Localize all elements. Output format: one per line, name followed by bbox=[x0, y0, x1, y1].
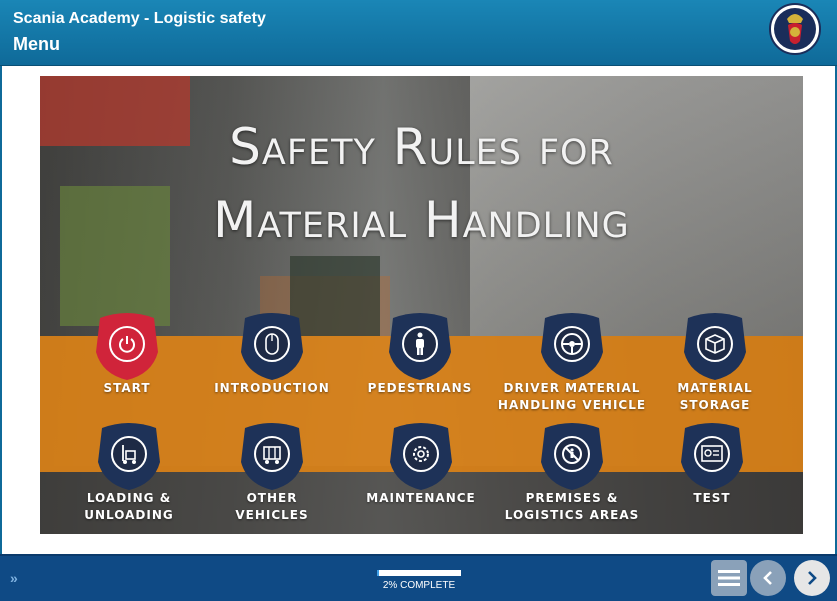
power-icon bbox=[109, 326, 145, 362]
menu-item-maintenance[interactable]: MAINTENANCE bbox=[346, 418, 496, 507]
menu-item-label: LOADING & UNLOADING bbox=[84, 491, 174, 522]
menu-stage: Safety Rules for Material Handling START… bbox=[40, 76, 803, 534]
mouse-icon bbox=[254, 326, 290, 362]
progress-fill bbox=[377, 570, 379, 576]
page-title: Menu bbox=[13, 34, 60, 54]
hand-truck-icon bbox=[111, 436, 147, 472]
menu-item-premises-logistics-areas[interactable]: PREMISES & LOGISTICS AREAS bbox=[497, 418, 647, 524]
menu-item-other-vehicles[interactable]: OTHER VEHICLES bbox=[197, 418, 347, 524]
no-entry-icon bbox=[554, 436, 590, 472]
menu-item-material-storage[interactable]: MATERIAL STORAGE bbox=[640, 308, 790, 414]
menu-item-pedestrians[interactable]: PEDESTRIANS bbox=[345, 308, 495, 397]
menu-item-start[interactable]: START bbox=[52, 308, 202, 397]
header-bar: Scania Academy - Logistic safety Menu bbox=[0, 0, 837, 66]
menu-list-button[interactable] bbox=[711, 560, 747, 596]
chevron-left-icon bbox=[763, 571, 772, 585]
menu-item-driver-material-handling-vehicle[interactable]: DRIVER MATERIAL HANDLING VEHICLE bbox=[497, 308, 647, 414]
chevron-right-icon bbox=[808, 571, 817, 585]
menu-item-label: MATERIAL STORAGE bbox=[677, 381, 753, 412]
pedestrian-icon bbox=[402, 326, 438, 362]
footer-bar: » 2% COMPLETE bbox=[0, 554, 837, 601]
menu-item-label: OTHER VEHICLES bbox=[235, 491, 309, 522]
list-icon bbox=[718, 570, 740, 586]
menu-item-label: PREMISES & LOGISTICS AREAS bbox=[504, 491, 640, 522]
previous-button[interactable] bbox=[750, 560, 786, 596]
menu-item-label: MAINTENANCE bbox=[366, 491, 476, 505]
box-icon bbox=[697, 326, 733, 362]
steering-wheel-icon bbox=[554, 326, 590, 362]
headline-line-1: Safety Rules for bbox=[229, 118, 614, 176]
content-area: Safety Rules for Material Handling START… bbox=[0, 66, 837, 554]
expand-sidebar-icon[interactable]: » bbox=[10, 570, 26, 586]
progress-bar bbox=[377, 570, 461, 576]
menu-item-label: DRIVER MATERIAL HANDLING VEHICLE bbox=[497, 381, 647, 412]
menu-item-test[interactable]: TEST bbox=[637, 418, 787, 507]
course-title: Scania Academy - Logistic safety bbox=[13, 10, 266, 27]
progress-text: 2% COMPLETE bbox=[382, 580, 456, 591]
menu-item-introduction[interactable]: INTRODUCTION bbox=[197, 308, 347, 397]
cart-icon bbox=[254, 436, 290, 472]
menu-item-label: TEST bbox=[693, 491, 731, 505]
gear-icon bbox=[403, 436, 439, 472]
menu-item-label: INTRODUCTION bbox=[214, 381, 330, 395]
menu-item-label: PEDESTRIANS bbox=[367, 381, 473, 395]
certificate-icon bbox=[694, 436, 730, 472]
scania-logo-icon bbox=[769, 3, 821, 55]
menu-item-loading-unloading[interactable]: LOADING & UNLOADING bbox=[54, 418, 204, 524]
headline-line-2: Material Handling bbox=[213, 191, 630, 249]
menu-item-label: START bbox=[103, 381, 151, 395]
next-button[interactable] bbox=[794, 560, 830, 596]
